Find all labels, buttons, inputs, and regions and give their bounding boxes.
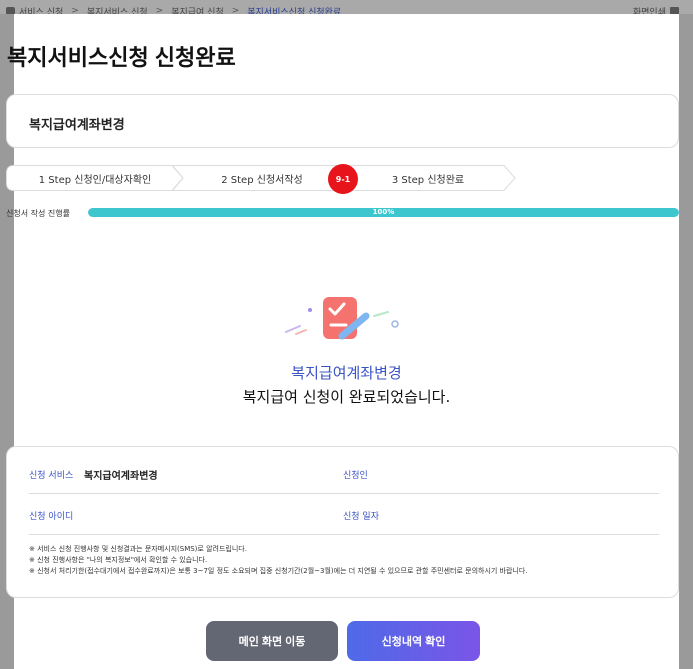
divider xyxy=(29,493,659,494)
notice-list: ※ 서비스 신청 진행사항 및 신청결과는 문자메시지(SMS)로 알려드립니다… xyxy=(29,544,528,577)
step-2-label: 2 Step 신청서작성 xyxy=(221,174,303,186)
go-main-button[interactable]: 메인 화면 이동 xyxy=(206,621,338,661)
applicant-label: 신청인 xyxy=(343,471,368,481)
progress-bar: 100% xyxy=(88,208,679,217)
service-name: 복지급여계좌변경 xyxy=(29,118,125,133)
date-label: 신청 일자 xyxy=(343,512,379,522)
page-title: 복지서비스신청 신청완료 xyxy=(7,45,236,70)
notice-item: ※ 신청서 처리기한(접수대기에서 접수완료까지)은 보통 3~7일 정도 소요… xyxy=(29,567,528,575)
application-info-box: 신청 서비스 복지급여계좌변경 신청인 신청 아이디 신청 일자 ※ 서비스 신… xyxy=(6,446,679,598)
completion-message: 복지급여 신청이 완료되었습니다. xyxy=(242,388,451,406)
step-2: 2 Step 신청서작성 xyxy=(172,165,352,191)
step-1: 1 Step 신청인/대상자확인 xyxy=(6,165,184,191)
completed-service-name: 복지급여계좌변경 xyxy=(291,364,402,382)
step-1-label: 1 Step 신청인/대상자확인 xyxy=(38,174,152,186)
step-badge: 9-1 xyxy=(328,164,358,194)
progress-percent: 100% xyxy=(372,208,395,216)
service-name-box: 복지급여계좌변경 xyxy=(6,94,679,148)
service-value: 복지급여계좌변경 xyxy=(84,471,158,482)
overlay-right xyxy=(679,14,693,669)
progress-label: 신청서 작성 진행률 xyxy=(6,209,70,218)
service-label: 신청 서비스 xyxy=(29,471,74,481)
step-3-label: 3 Step 신청완료 xyxy=(391,174,465,186)
notice-item: ※ 서비스 신청 진행사항 및 신청결과는 문자메시지(SMS)로 알려드립니다… xyxy=(29,545,247,553)
notice-item: ※ 신청 진행사항은 "나의 복지정보"에서 확인할 수 있습니다. xyxy=(29,556,208,564)
step-3: 3 Step 신청완료 xyxy=(340,165,516,191)
id-label: 신청 아이디 xyxy=(29,512,74,522)
view-history-button[interactable]: 신청내역 확인 xyxy=(347,621,480,661)
step-indicator: 1 Step 신청인/대상자확인 2 Step 신청서작성 3 Step 신청완… xyxy=(6,165,516,191)
application-complete-icon xyxy=(285,297,399,340)
divider xyxy=(29,534,659,535)
